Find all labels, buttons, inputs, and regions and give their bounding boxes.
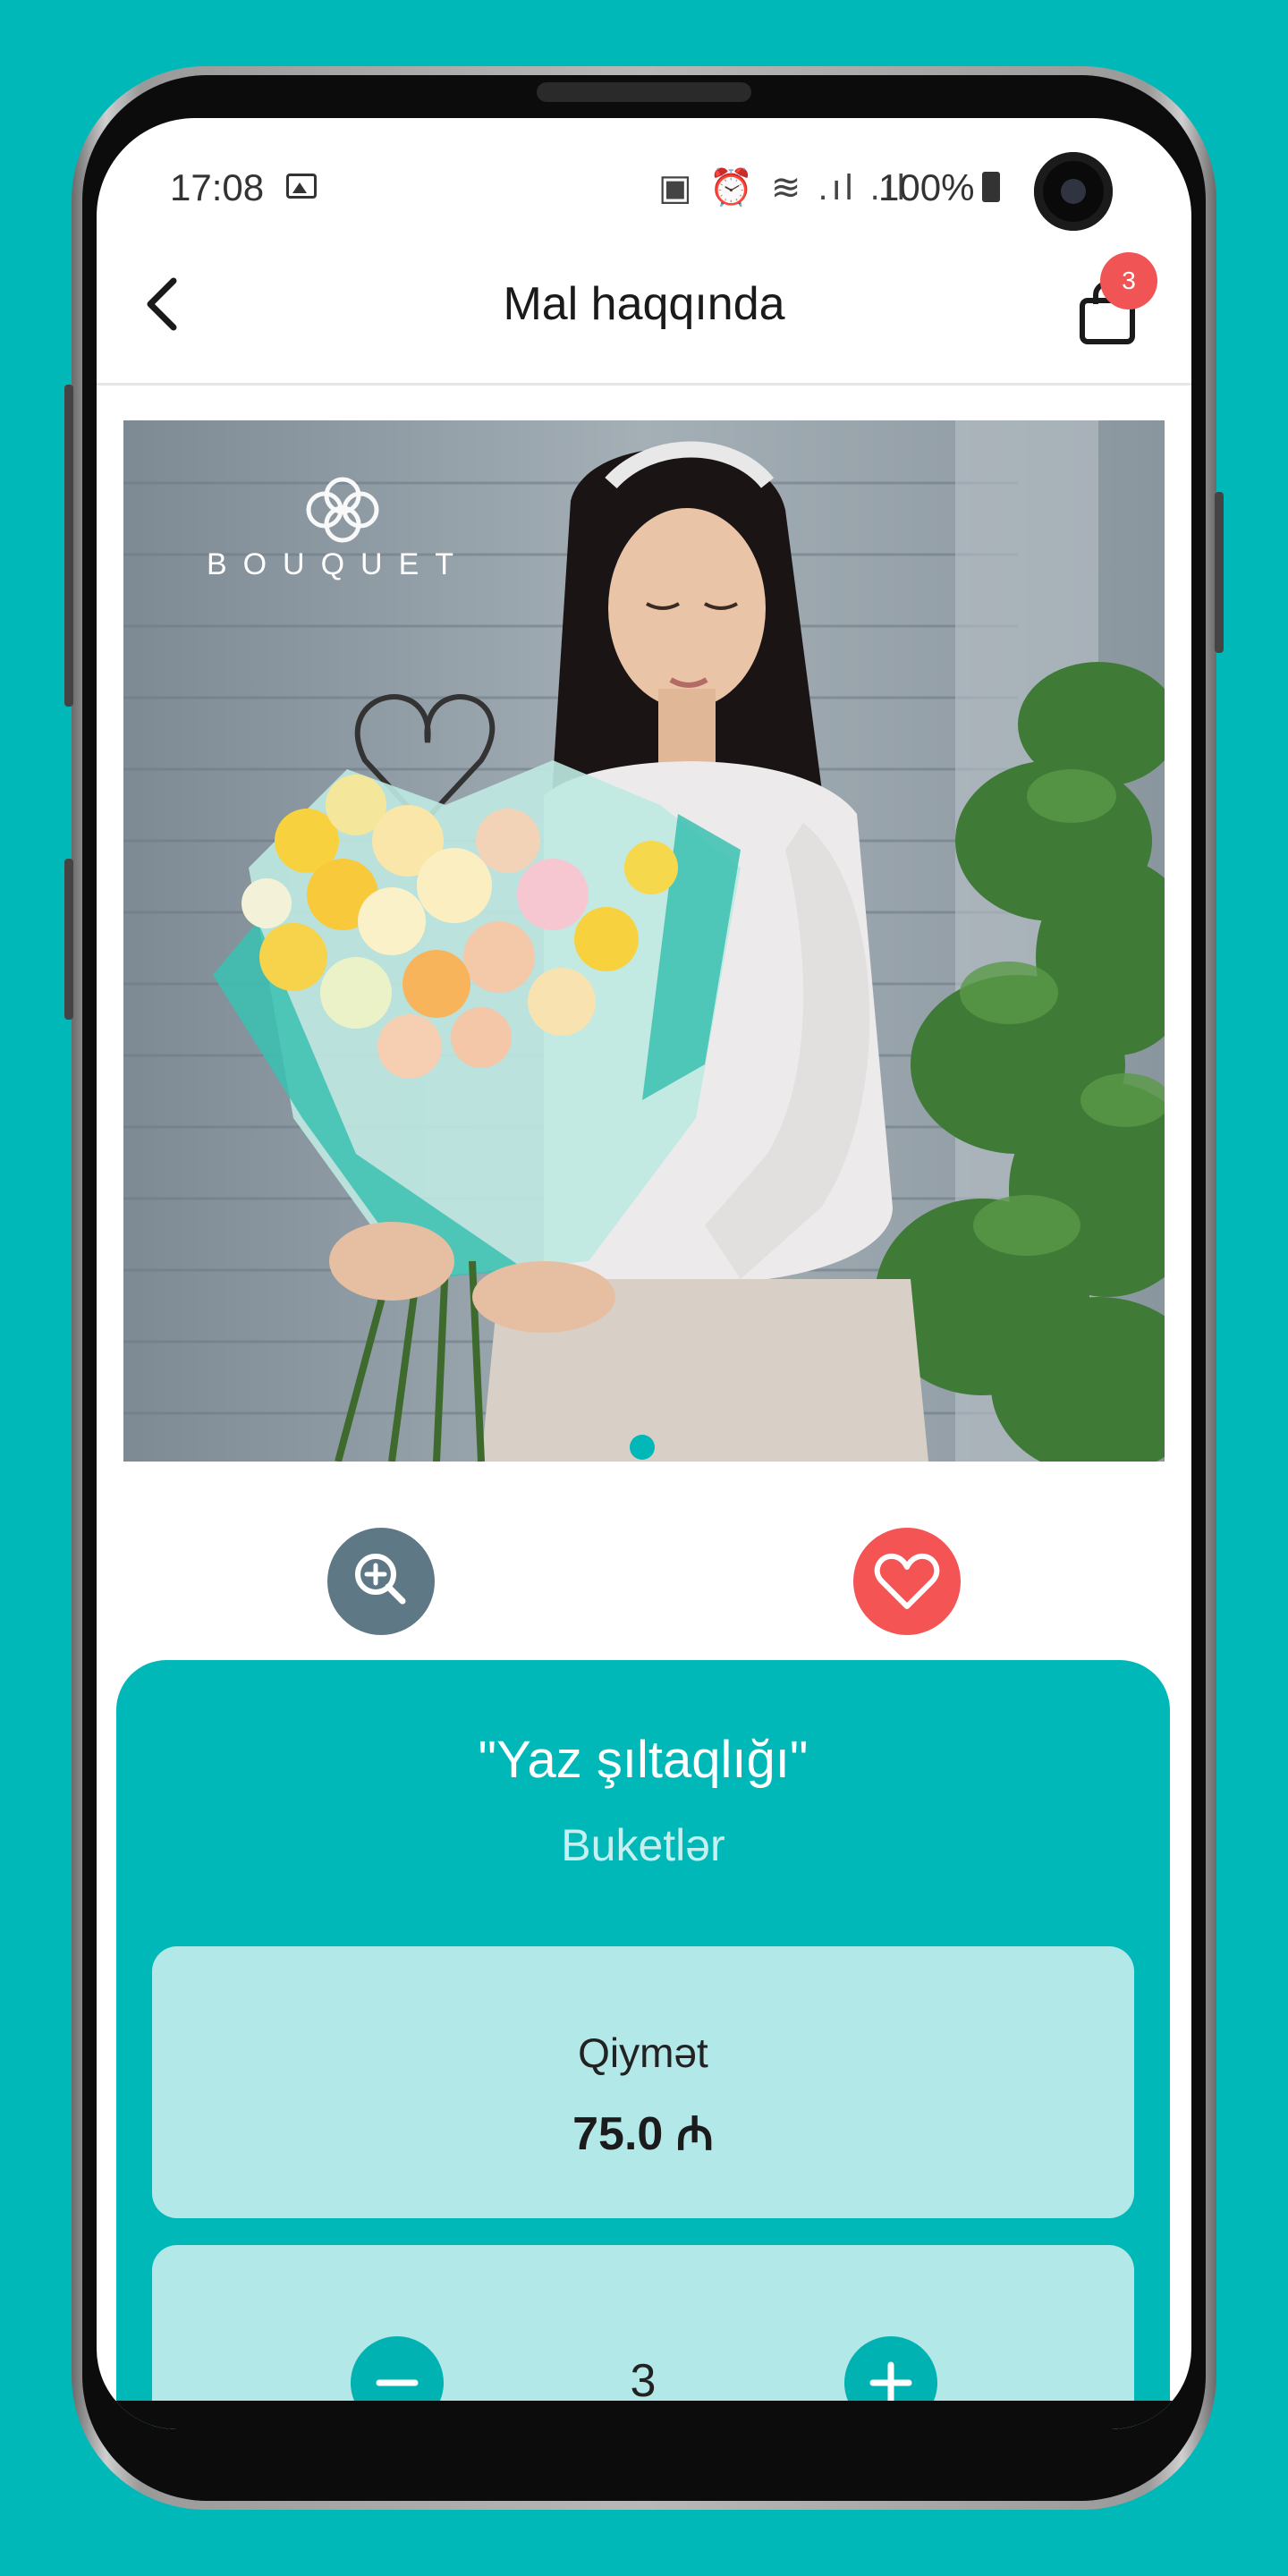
earpiece-speaker <box>537 82 751 102</box>
app-screen: 17:08 ▣ ⏰ ≋ .ıl .ıl 100% Mal haqqında 3 <box>97 118 1191 2429</box>
product-photo[interactable]: BOUQUET <box>123 420 1165 1462</box>
product-name: "Yaz şıltaqlığı" <box>478 1731 809 1789</box>
bixby-button <box>64 859 73 1020</box>
gallery-notification-icon <box>286 174 317 199</box>
screen-bottom-edge <box>97 2401 1191 2429</box>
price-panel: Qiymət 75.0 ₼ <box>152 1946 1134 2218</box>
brand-logo-text: BOUQUET <box>207 547 470 581</box>
battery-percent: 100% <box>878 166 975 208</box>
heart-icon <box>874 1553 940 1609</box>
battery-icon <box>982 172 1000 202</box>
product-category: Buketlər <box>561 1820 725 1870</box>
power-button <box>1215 492 1224 653</box>
carousel-indicator-dot[interactable] <box>630 1435 655 1460</box>
zoom-in-icon <box>355 1554 406 1605</box>
volume-button <box>64 385 73 707</box>
price-label: Qiymət <box>578 2029 708 2076</box>
status-time: 17:08 <box>170 166 265 208</box>
page-title: Mal haqqında <box>503 278 785 330</box>
price-value: 75.0 ₼ <box>572 2108 714 2160</box>
appbar-divider <box>97 383 1191 386</box>
product-info-card: "Yaz şıltaqlığı" Buketlər Qiymət 75.0 ₼ … <box>116 1660 1170 2429</box>
status-icons: ▣ ⏰ ≋ .ıl .ıl <box>658 168 909 208</box>
favorite-button[interactable] <box>853 1528 961 1635</box>
front-camera <box>1034 152 1113 231</box>
quantity-value: 3 <box>630 2355 657 2407</box>
cart-count-badge: 3 <box>1100 252 1157 309</box>
zoom-button[interactable] <box>327 1528 435 1635</box>
product-photo-illustration: BOUQUET <box>123 420 1165 1462</box>
